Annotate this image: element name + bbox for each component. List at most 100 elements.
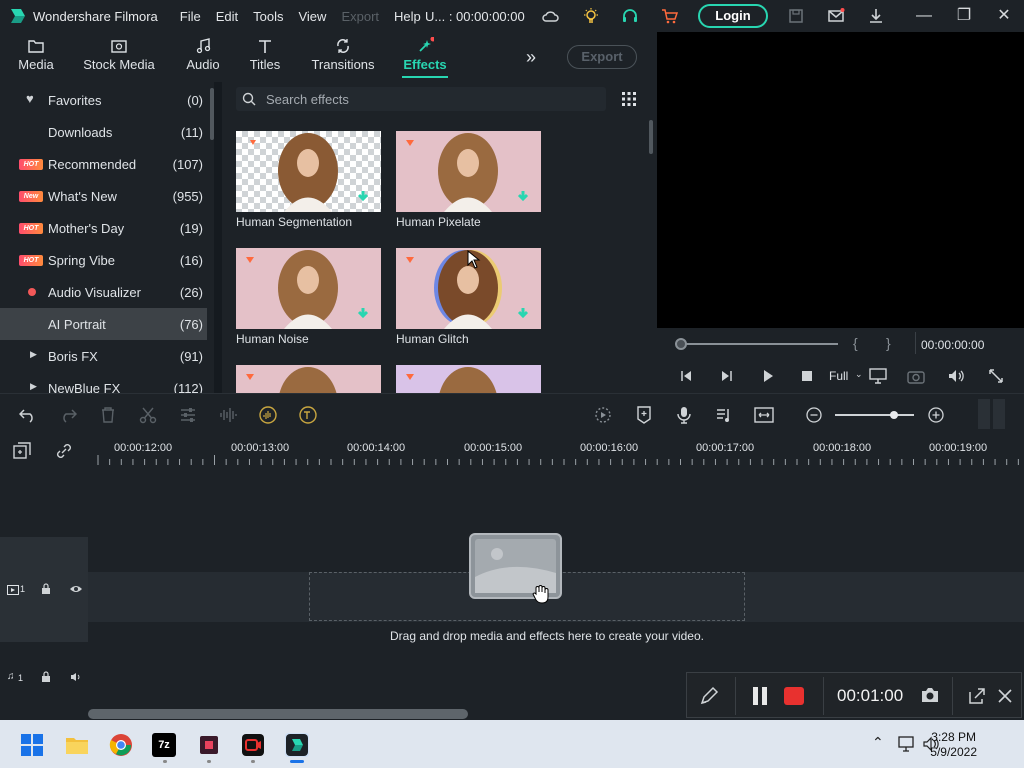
tab-titles[interactable]: Titles	[246, 32, 284, 82]
lock-icon[interactable]	[41, 671, 51, 683]
login-button[interactable]: Login	[698, 4, 768, 28]
taskbar-clock[interactable]: 3:28 PM 5/9/2022	[930, 730, 977, 760]
zoom-slider-handle[interactable]	[890, 411, 899, 419]
sidebar-item-mothers-day[interactable]: HOT Mother's Day (19)	[0, 212, 207, 244]
menu-view[interactable]: View	[298, 9, 326, 24]
delete-icon[interactable]	[99, 406, 117, 424]
zoom-slider-track[interactable]	[835, 414, 914, 416]
mark-out-icon[interactable]: }	[886, 335, 891, 351]
7zip-icon[interactable]: 7z	[152, 733, 176, 757]
volume-icon[interactable]	[947, 368, 965, 384]
mail-icon[interactable]	[827, 7, 845, 25]
snapshot-camera-icon[interactable]	[907, 368, 925, 384]
playhead-handle[interactable]	[675, 338, 687, 350]
stop-recording-button[interactable]	[784, 687, 804, 705]
cart-icon[interactable]	[661, 7, 679, 25]
effects-scrollbar[interactable]	[649, 120, 653, 154]
file-explorer-icon[interactable]	[65, 733, 89, 757]
fullscreen-icon[interactable]	[988, 368, 1004, 384]
restore-button[interactable]: ❐	[944, 0, 984, 32]
next-frame-icon[interactable]	[720, 369, 734, 383]
support-headset-icon[interactable]	[621, 7, 639, 25]
sidebar-item-ai-portrait[interactable]: AI Portrait (76)	[0, 308, 207, 340]
screen-recorder-app-icon[interactable]	[241, 733, 265, 757]
display-icon[interactable]	[869, 368, 887, 384]
tray-chevron-icon[interactable]: ⌃	[872, 734, 884, 751]
chevron-down-icon[interactable]: ⌄	[855, 369, 863, 380]
zoom-in-icon[interactable]	[928, 407, 944, 423]
stop-icon[interactable]	[801, 370, 813, 382]
tab-transitions[interactable]: Transitions	[310, 32, 376, 82]
sidebar-item-spring-vibe[interactable]: HOT Spring Vibe (16)	[0, 244, 207, 276]
audio-mixer-icon[interactable]	[715, 406, 733, 424]
tab-media[interactable]: Media	[14, 32, 58, 82]
tab-stock-media[interactable]: Stock Media	[80, 32, 158, 82]
sidebar-item-newblue-fx[interactable]: ▶ NewBlue FX (112)	[0, 372, 207, 393]
menu-tools[interactable]: Tools	[253, 9, 283, 24]
effect-card-partial[interactable]	[236, 365, 381, 393]
sidebar-item-audio-visualizer[interactable]: Audio Visualizer (26)	[0, 276, 207, 308]
grid-view-icon[interactable]	[622, 92, 636, 106]
sidebar-scrollbar[interactable]	[210, 88, 214, 140]
sidebar-item-recommended[interactable]: HOT Recommended (107)	[0, 148, 207, 180]
redo-icon[interactable]	[59, 407, 77, 423]
timeline-ruler[interactable]: 00:00:12:00 00:00:13:00 00:00:14:00 00:0…	[0, 435, 1024, 470]
marker-icon[interactable]	[635, 405, 653, 425]
play-icon[interactable]	[761, 369, 775, 383]
search-input[interactable]	[266, 87, 596, 111]
windows-start-icon[interactable]	[21, 734, 43, 756]
download-icon[interactable]	[867, 7, 885, 25]
expand-arrow-icon[interactable]: ▶	[30, 349, 37, 360]
undo-icon[interactable]	[19, 407, 37, 423]
render-preview-icon[interactable]	[594, 406, 612, 424]
timeline-horizontal-scrollbar[interactable]	[88, 709, 468, 719]
zoom-out-icon[interactable]	[806, 407, 822, 423]
minimize-button[interactable]: —	[904, 0, 944, 32]
preview-zoom-select[interactable]: Full	[829, 369, 848, 383]
layout-panel-button[interactable]	[978, 399, 990, 429]
app-icon[interactable]	[197, 733, 221, 757]
camera-icon[interactable]	[920, 686, 940, 704]
chrome-icon[interactable]	[109, 733, 133, 757]
filmora-taskbar-icon[interactable]	[285, 733, 309, 757]
audio-waveform-icon[interactable]	[219, 406, 237, 424]
menu-file[interactable]: File	[180, 9, 201, 24]
lock-icon[interactable]	[41, 583, 51, 595]
cut-icon[interactable]	[139, 406, 157, 424]
fit-timeline-icon[interactable]	[754, 406, 774, 424]
mark-in-icon[interactable]: {	[853, 335, 858, 351]
tab-audio[interactable]: Audio	[182, 32, 224, 82]
pen-icon[interactable]	[699, 686, 719, 706]
layout-panel-button[interactable]	[993, 399, 1005, 429]
save-icon[interactable]	[787, 7, 805, 25]
network-icon[interactable]	[898, 736, 916, 752]
open-folder-icon[interactable]	[967, 686, 987, 706]
menu-help[interactable]: Help	[394, 9, 421, 24]
pause-icon[interactable]	[751, 686, 769, 706]
close-button[interactable]: ✕	[984, 0, 1024, 32]
menu-edit[interactable]: Edit	[216, 9, 238, 24]
playback-progress-track[interactable]	[677, 343, 838, 345]
search-box[interactable]	[236, 87, 606, 111]
menu-export: Export	[341, 8, 380, 24]
more-tabs-icon[interactable]: »	[526, 47, 536, 68]
tab-effects[interactable]: Effects	[402, 32, 448, 82]
effect-card-partial[interactable]	[396, 365, 541, 393]
close-icon[interactable]	[997, 688, 1013, 704]
sidebar-item-downloads[interactable]: Downloads (11)	[0, 116, 207, 148]
bulb-icon[interactable]	[582, 7, 600, 25]
adjust-icon[interactable]	[179, 406, 197, 424]
expand-arrow-icon[interactable]: ▶	[30, 381, 37, 392]
sidebar-item-favorites[interactable]: ♥ Favorites (0)	[0, 84, 207, 116]
microphone-icon[interactable]	[675, 405, 693, 425]
speech-to-text-icon[interactable]	[258, 405, 278, 425]
eye-icon[interactable]	[69, 584, 83, 594]
sidebar-item-boris-fx[interactable]: ▶ Boris FX (91)	[0, 340, 207, 372]
text-to-speech-icon[interactable]	[298, 405, 318, 425]
sidebar-item-whats-new[interactable]: New What's New (955)	[0, 180, 207, 212]
previous-frame-icon[interactable]	[679, 369, 693, 383]
speaker-icon[interactable]	[70, 672, 82, 682]
effects-icon	[419, 37, 434, 52]
cloud-icon[interactable]	[541, 7, 559, 25]
portrait-image	[246, 250, 369, 329]
